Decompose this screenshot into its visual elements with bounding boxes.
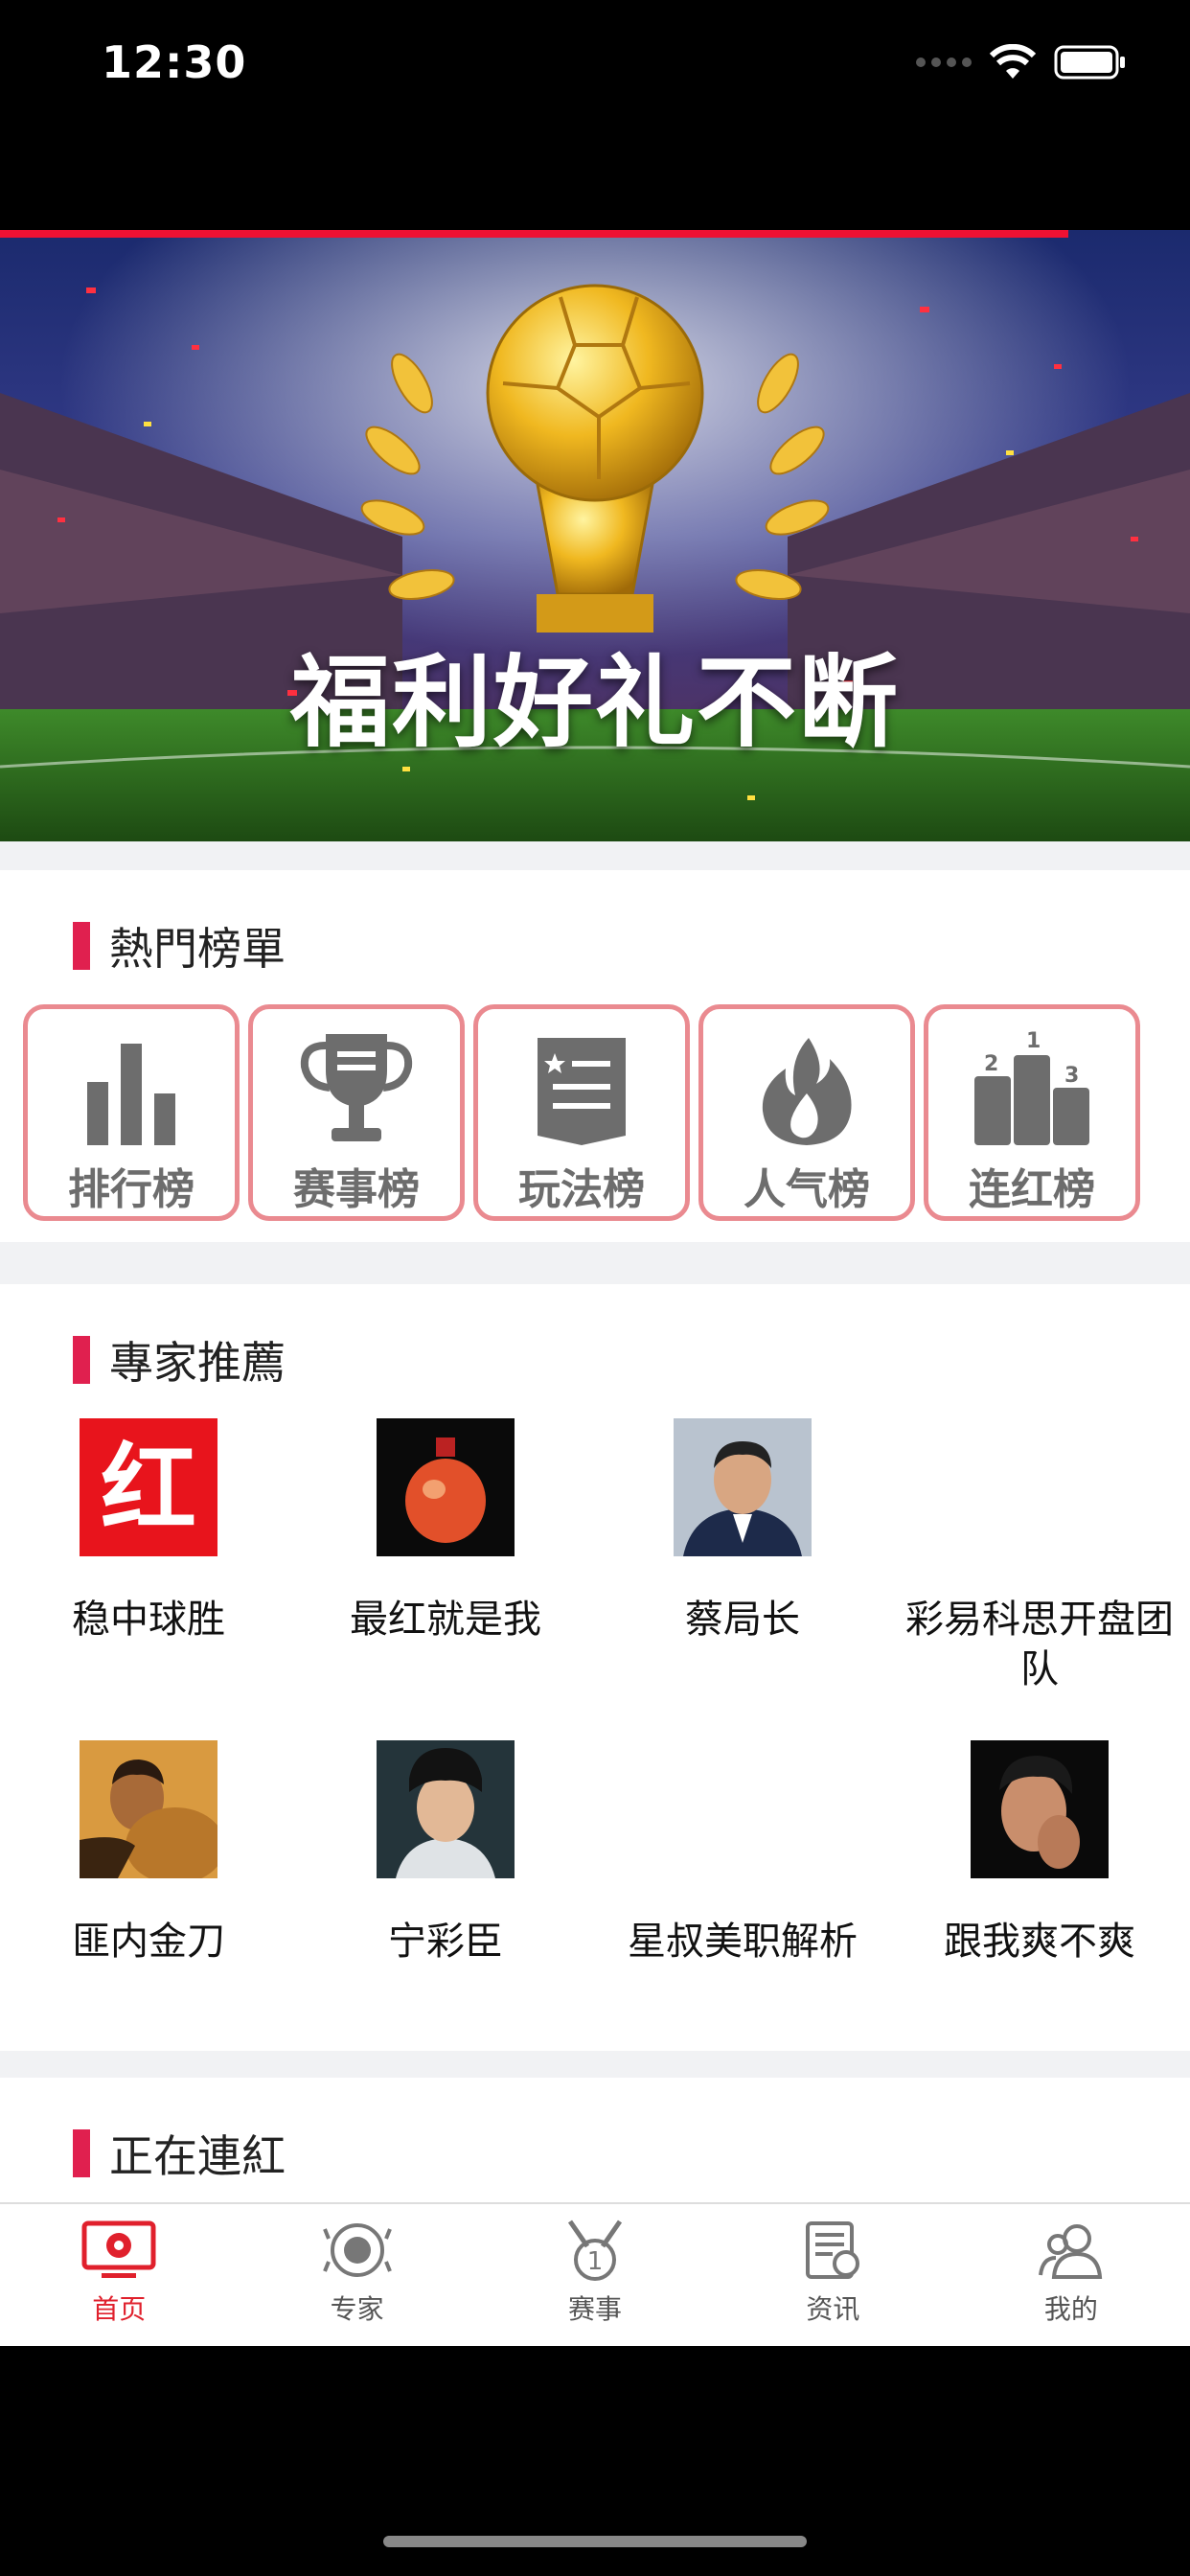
tab-label: 资讯 [806,2293,860,2325]
expert-badge-icon [322,2220,392,2285]
tab-label: 我的 [1043,2293,1098,2325]
rank-card-match[interactable]: 赛事榜 [248,1004,465,1221]
expert-name: 彩易科思开盘团队 [905,1598,1174,1691]
expert-section: 專家推薦 红 稳中球胜 最红就是我 蔡局长 彩易科思开盘团队 匪内金刀 宁彩臣 … [0,1284,1190,2051]
experts-title: 專家推薦 [109,1337,286,1389]
avatar [377,1740,515,1878]
avatar [377,1418,515,1556]
avatar: 红 [80,1418,217,1556]
rank-card-play[interactable]: 玩法榜 [473,1004,690,1221]
rank-card-ranking[interactable]: 排行榜 [23,1004,240,1221]
avatar [80,1740,225,1884]
hot-lists-title: 熱門榜單 [109,923,286,975]
hot-lists-section: 熱門榜單 排行榜 赛事榜 玩法榜 人气榜 1 2 3 连红榜 [0,870,1190,1242]
expert-item[interactable]: 彩易科思开盘团队 [891,1418,1188,1694]
battery-icon [1054,44,1127,80]
trophy-icon [297,1023,416,1147]
tab-experts[interactable]: 专家 [238,2204,475,2346]
hot-lists: 排行榜 赛事榜 玩法榜 人气榜 1 2 3 连红榜 [23,1004,1140,1221]
expert-name: 匪内金刀 [72,1920,225,1964]
avatar [971,1418,1109,1556]
expert-name: 宁彩臣 [388,1920,503,1964]
tab-news[interactable]: 资讯 [714,2204,951,2346]
expert-item[interactable]: 蔡局长 [594,1418,891,1644]
tab-me[interactable]: 我的 [952,2204,1190,2346]
rank-label: 排行榜 [68,1165,195,1214]
expert-name: 稳中球胜 [72,1598,225,1642]
bookmark-list-icon [536,1023,628,1147]
expert-name: 星叔美职解析 [628,1920,858,1964]
expert-name: 最红就是我 [350,1598,541,1642]
section-title: 熱門榜單 [73,914,286,978]
home-indicator[interactable] [383,2536,807,2547]
expert-item[interactable]: 星叔美职解析 [594,1740,891,1966]
tv-ball-icon [80,2220,157,2285]
tab-matches[interactable]: 1 赛事 [476,2204,714,2346]
expert-item[interactable]: 匪内金刀 [0,1740,297,1966]
status-icons [916,44,1127,80]
svg-text:1: 1 [587,2247,604,2276]
flame-icon [759,1023,855,1147]
status-time: 12:30 [102,36,247,88]
banner-caption: 福利好礼不断 [289,644,900,761]
expert-name: 跟我爽不爽 [944,1920,1135,1964]
section-marker [73,922,90,970]
tab-label: 专家 [330,2293,384,2325]
expert-item[interactable]: 红 稳中球胜 [0,1418,297,1644]
main-content: 熱門榜單 排行榜 赛事榜 玩法榜 人气榜 1 2 3 连红榜 專家推薦 红 稳中… [0,841,1190,2346]
tab-label: 赛事 [568,2293,623,2325]
tab-bar: 首页 专家 1 赛事 资讯 我的 [0,2202,1190,2346]
svg-text:3: 3 [1064,1064,1079,1088]
expert-name: 蔡局长 [685,1598,800,1642]
rank-card-popular[interactable]: 人气榜 [698,1004,915,1221]
section-marker [73,2129,90,2177]
user-icon [1037,2220,1106,2285]
rank-card-streak[interactable]: 1 2 3 连红榜 [924,1004,1140,1221]
section-title: 專家推薦 [73,1328,286,1392]
podium-icon: 1 2 3 [971,1023,1093,1147]
section-title: 正在連紅 [73,2122,286,2185]
streak-title: 正在連紅 [109,2130,286,2182]
section-marker [73,1336,90,1384]
rank-label: 玩法榜 [518,1165,645,1214]
tab-home[interactable]: 首页 [0,2204,238,2346]
expert-item[interactable]: 最红就是我 [297,1418,594,1644]
svg-text:2: 2 [984,1052,998,1076]
avatar [674,1740,812,1878]
rank-label: 赛事榜 [293,1165,420,1214]
avatar [674,1418,812,1556]
signal-icon [916,58,972,67]
medal-icon: 1 [561,2220,629,2285]
bar-chart-icon [83,1023,179,1147]
banner-progress-bar [0,230,1068,238]
rank-label: 连红榜 [969,1165,1095,1214]
promo-banner[interactable]: 福利好礼不断 [0,230,1190,841]
expert-item[interactable]: 宁彩臣 [297,1740,594,1966]
rank-label: 人气榜 [744,1165,870,1214]
wifi-icon [989,44,1037,80]
svg-text:1: 1 [1026,1029,1041,1053]
news-icon [802,2220,863,2285]
status-bar: 12:30 [0,0,1190,230]
tab-label: 首页 [92,2293,147,2325]
expert-item[interactable]: 跟我爽不爽 [891,1740,1188,1966]
svg-text:红: 红 [101,1433,196,1545]
avatar [971,1740,1109,1878]
